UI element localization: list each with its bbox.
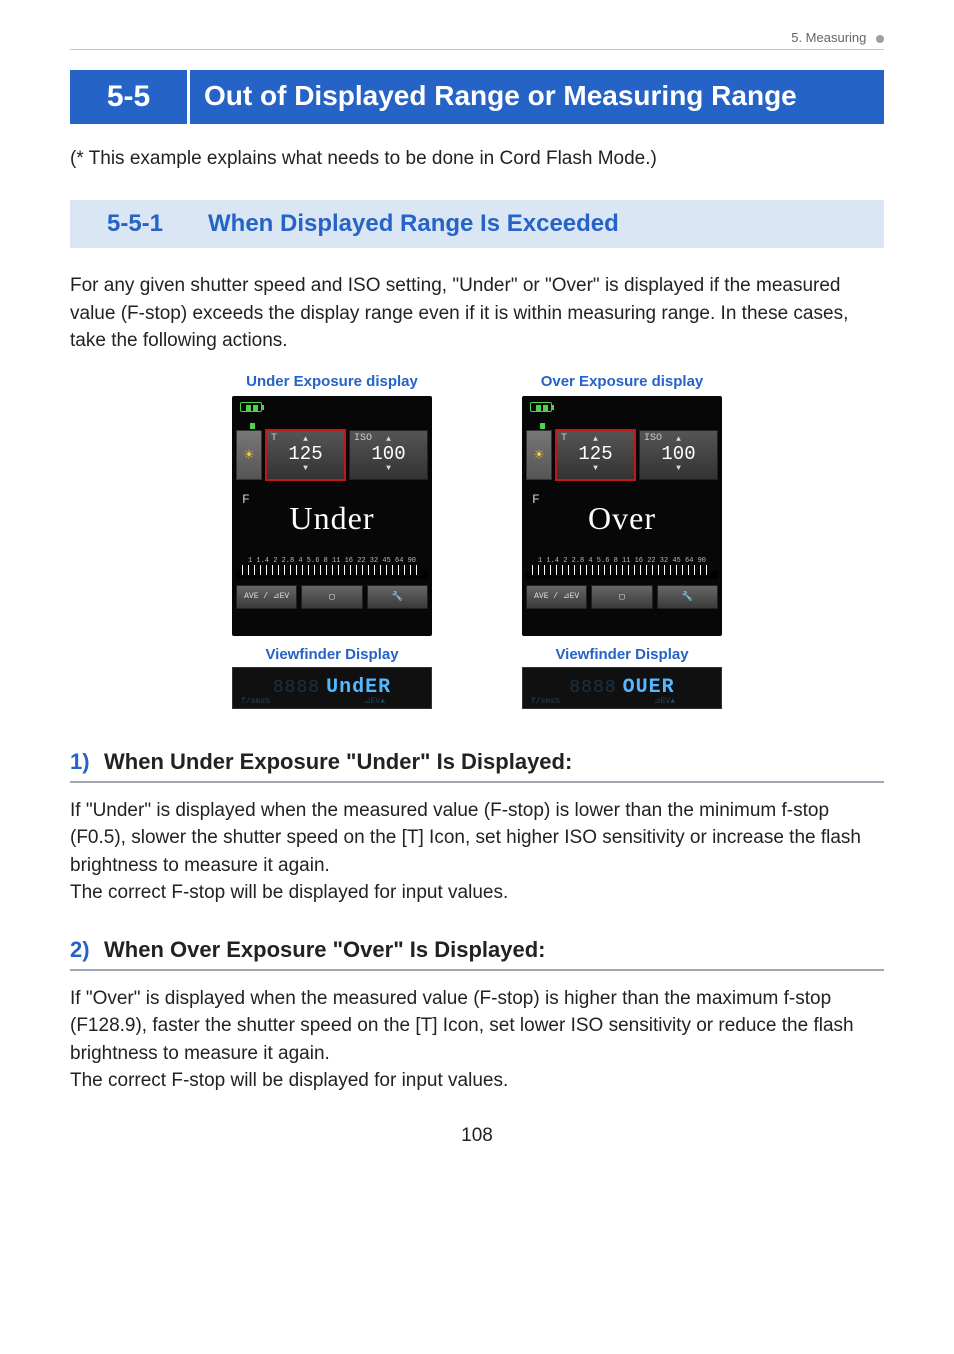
- shutter-label: T: [271, 433, 277, 444]
- ambient-mode-icon: ☀: [526, 430, 552, 480]
- page-number: 108: [70, 1125, 884, 1147]
- iso-value: 100: [640, 445, 717, 464]
- ave-ev-button: AVE / ⊿EV: [526, 585, 587, 609]
- under-viewfinder: 8888 UndER f/sms% ⊿EV▲: [232, 667, 432, 709]
- viewfinder-dim-digits: 8888: [273, 678, 320, 698]
- over-column: Over Exposure display ☀ T ▲ 125 ▼ ISO ▲: [517, 373, 727, 709]
- down-arrow-icon: ▼: [267, 465, 344, 473]
- running-header-bullet-icon: [876, 35, 884, 43]
- mode-note: (* This example explains what needs to b…: [70, 148, 884, 170]
- subsection-header: 5-5-1 When Displayed Range Is Exceeded: [70, 200, 884, 248]
- shutter-label: T: [561, 433, 567, 444]
- shutter-box: T ▲ 125 ▼: [266, 430, 345, 480]
- memory-icon: ▢: [591, 585, 652, 609]
- display-examples-row: Under Exposure display ☀ T ▲ 125 ▼ ISO ▲: [70, 373, 884, 709]
- section-title: Out of Displayed Range or Measuring Rang…: [190, 70, 884, 124]
- viewfinder-small-label2: ⊿EV▲: [654, 696, 675, 706]
- viewfinder-small-label: f/sms%: [531, 697, 560, 706]
- section-number: 5-5: [70, 70, 190, 124]
- step2-title: When Over Exposure "Over" Is Displayed:: [104, 937, 545, 962]
- down-arrow-icon: ▼: [640, 465, 717, 473]
- subsection-number: 5-5-1: [70, 200, 200, 248]
- shutter-box: T ▲ 125 ▼: [556, 430, 635, 480]
- iso-value: 100: [350, 445, 427, 464]
- document-page: 5. Measuring 5-5 Out of Displayed Range …: [0, 0, 954, 1187]
- ambient-mode-icon: ☀: [236, 430, 262, 480]
- step1-number: 1): [70, 749, 90, 774]
- step2-body-line1: If "Over" is displayed when the measured…: [70, 988, 854, 1064]
- step2-body: If "Over" is displayed when the measured…: [70, 985, 884, 1095]
- iso-label: ISO: [644, 433, 662, 444]
- section-header-main: 5-5 Out of Displayed Range or Measuring …: [70, 70, 884, 124]
- step1-body-line2: The correct F-stop will be displayed for…: [70, 882, 508, 903]
- settings-wrench-icon: 🔧: [657, 585, 718, 609]
- f-label: F: [532, 492, 540, 507]
- aperture-scale-ticks: [526, 565, 718, 579]
- viewfinder-small-label2: ⊿EV▲: [364, 696, 385, 706]
- step1-header: 1) When Under Exposure "Under" Is Displa…: [70, 749, 884, 783]
- running-header-rule: [70, 49, 884, 50]
- viewfinder-dim-digits: 8888: [569, 678, 616, 698]
- under-column: Under Exposure display ☀ T ▲ 125 ▼ ISO ▲: [227, 373, 437, 709]
- memory-icon: ▢: [301, 585, 362, 609]
- under-big-text: Under: [236, 500, 428, 537]
- down-arrow-icon: ▼: [557, 465, 634, 473]
- aperture-scale-labels: 1 1.4 2 2.8 4 5.6 8 11 16 22 32 45 64 90: [526, 557, 718, 565]
- over-viewfinder: 8888 OUER f/sms% ⊿EV▲: [522, 667, 722, 709]
- aperture-scale-ticks: [236, 565, 428, 579]
- step2-number: 2): [70, 937, 90, 962]
- ave-ev-button: AVE / ⊿EV: [236, 585, 297, 609]
- aperture-scale-labels: 1 1.4 2 2.8 4 5.6 8 11 16 22 32 45 64 90: [236, 557, 428, 565]
- over-viewfinder-caption: Viewfinder Display: [517, 646, 727, 663]
- subsection-title: When Displayed Range Is Exceeded: [200, 200, 884, 248]
- step2-header: 2) When Over Exposure "Over" Is Displaye…: [70, 937, 884, 971]
- intro-paragraph: For any given shutter speed and ISO sett…: [70, 272, 884, 355]
- over-big-text: Over: [526, 500, 718, 537]
- running-header-text: 5. Measuring: [791, 30, 866, 45]
- shutter-value: 125: [557, 445, 634, 464]
- under-viewfinder-caption: Viewfinder Display: [227, 646, 437, 663]
- f-label: F: [242, 492, 250, 507]
- step1-body-line1: If "Under" is displayed when the measure…: [70, 800, 861, 876]
- step1-body: If "Under" is displayed when the measure…: [70, 797, 884, 907]
- settings-wrench-icon: 🔧: [367, 585, 428, 609]
- iso-box: ISO ▲ 100 ▼: [639, 430, 718, 480]
- under-lcd-screen: ☀ T ▲ 125 ▼ ISO ▲ 100 ▼ F Under: [232, 396, 432, 636]
- viewfinder-small-label: f/sms%: [241, 697, 270, 706]
- step1-title: When Under Exposure "Under" Is Displayed…: [104, 749, 572, 774]
- iso-box: ISO ▲ 100 ▼: [349, 430, 428, 480]
- step2-body-line2: The correct F-stop will be displayed for…: [70, 1070, 508, 1091]
- shutter-value: 125: [267, 445, 344, 464]
- down-arrow-icon: ▼: [350, 465, 427, 473]
- under-caption: Under Exposure display: [227, 373, 437, 390]
- over-caption: Over Exposure display: [517, 373, 727, 390]
- over-lcd-screen: ☀ T ▲ 125 ▼ ISO ▲ 100 ▼ F Over: [522, 396, 722, 636]
- battery-icon: [530, 402, 552, 412]
- running-header: 5. Measuring: [70, 30, 884, 45]
- iso-label: ISO: [354, 433, 372, 444]
- battery-icon: [240, 402, 262, 412]
